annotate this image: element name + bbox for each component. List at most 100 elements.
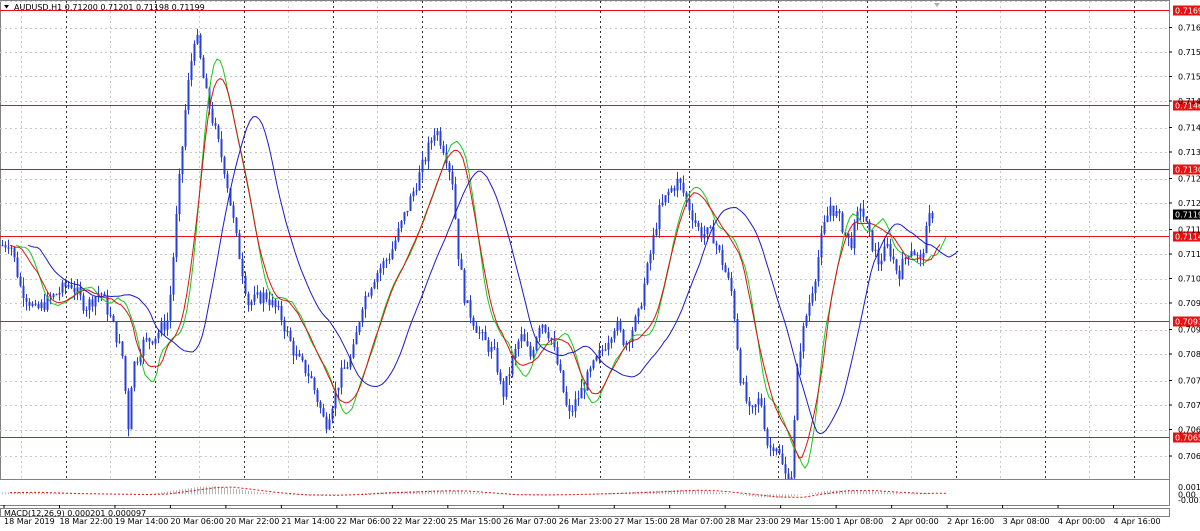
candle-body xyxy=(499,372,502,381)
candle-body xyxy=(298,353,301,357)
candle-body xyxy=(868,221,871,231)
candle-body xyxy=(781,453,784,465)
candle-body xyxy=(337,387,340,391)
candle-body xyxy=(109,314,112,316)
candle-body xyxy=(547,332,550,339)
candle-body xyxy=(664,195,667,203)
candle-body xyxy=(835,210,838,217)
candle-body xyxy=(556,347,559,365)
price-tick-label: 0.70915 xyxy=(1178,326,1200,335)
candle xyxy=(133,360,136,392)
candle-body xyxy=(226,174,229,189)
candle-body xyxy=(85,310,88,312)
candle-body xyxy=(511,358,514,375)
candle-body xyxy=(160,322,163,333)
candle-body xyxy=(82,295,85,311)
candle-body xyxy=(34,303,37,305)
candle-body xyxy=(475,325,478,333)
candle-body xyxy=(886,244,889,247)
price-tick-label: 0.71225 xyxy=(1178,199,1200,208)
candle-body xyxy=(418,172,421,191)
candle-body xyxy=(64,282,67,287)
candle-body xyxy=(523,334,526,342)
candle-body xyxy=(310,375,313,379)
candle-body xyxy=(322,408,325,417)
candle-body xyxy=(145,338,148,340)
candle-body xyxy=(502,380,505,397)
macd-indicator xyxy=(0,479,1169,505)
candle-body xyxy=(544,324,547,333)
candle-body xyxy=(733,290,736,320)
candle-body xyxy=(409,196,412,211)
current-price-label: 0.71199 xyxy=(1175,211,1200,220)
price-tick-label: 0.70790 xyxy=(1178,377,1200,386)
candle-body xyxy=(922,253,925,258)
candle-body xyxy=(703,234,706,239)
candle-body xyxy=(802,325,805,352)
candle-body xyxy=(574,399,577,412)
candle-body xyxy=(706,227,709,235)
candle-body xyxy=(169,294,172,321)
candle-body xyxy=(880,260,883,265)
macd-panel[interactable] xyxy=(0,508,1170,517)
candle-body xyxy=(187,79,190,110)
candle-body xyxy=(238,233,241,259)
candle-body xyxy=(205,78,208,89)
candle-body xyxy=(484,331,487,341)
time-tick-label: 22 Mar 06:00 xyxy=(337,517,390,526)
time-tick-label: 28 Mar 23:00 xyxy=(725,517,778,526)
candle-body xyxy=(313,378,316,391)
candle-body xyxy=(784,464,787,474)
candle-body xyxy=(649,253,652,264)
candle-body xyxy=(670,188,673,192)
candle xyxy=(622,328,625,347)
candle-body xyxy=(19,276,22,286)
chart-canvas[interactable]: AUDUSD,H1 0.71200 0.71201 0.71198 0.7119… xyxy=(0,0,1200,531)
candle-body xyxy=(613,330,616,339)
candle-body xyxy=(112,315,115,322)
candle xyxy=(739,347,742,386)
candle-body xyxy=(598,350,601,357)
candle-body xyxy=(910,251,913,257)
candle-body xyxy=(682,182,685,193)
candle-body xyxy=(925,225,928,254)
candle-body xyxy=(214,123,217,126)
candle-body xyxy=(841,213,844,233)
candle xyxy=(505,376,508,400)
candle-body xyxy=(211,108,214,124)
candle-body xyxy=(505,376,508,397)
candle xyxy=(127,388,130,437)
candle-body xyxy=(472,317,475,326)
candle-body xyxy=(190,61,193,80)
candle-body xyxy=(274,300,277,308)
candle-body xyxy=(286,330,289,332)
candle-body xyxy=(28,301,31,306)
candle xyxy=(841,211,844,234)
candle-body xyxy=(37,304,40,309)
candle xyxy=(121,341,124,359)
candle-body xyxy=(832,205,835,217)
candle-body xyxy=(283,320,286,332)
candle-body xyxy=(400,220,403,229)
candle-body xyxy=(136,361,139,363)
candle-body xyxy=(325,416,328,430)
candle-body xyxy=(799,351,802,368)
candle-body xyxy=(412,191,415,197)
candle-body xyxy=(829,205,832,216)
candle-body xyxy=(316,390,319,403)
candle-body xyxy=(820,233,823,258)
price-axis[interactable]: 0.716980.714660.713080.711440.709370.706… xyxy=(1169,5,1200,506)
candle-body xyxy=(778,448,781,454)
candle-body xyxy=(61,282,64,293)
candle xyxy=(199,33,202,60)
candle-body xyxy=(577,398,580,400)
candle-body xyxy=(694,220,697,224)
candle-body xyxy=(175,214,178,258)
candle-body xyxy=(385,259,388,262)
candle-body xyxy=(13,247,16,258)
candle-body xyxy=(382,261,385,269)
candle-body xyxy=(340,367,343,388)
candle-body xyxy=(892,256,895,260)
candle-body xyxy=(379,268,382,273)
candle-body xyxy=(679,178,682,183)
